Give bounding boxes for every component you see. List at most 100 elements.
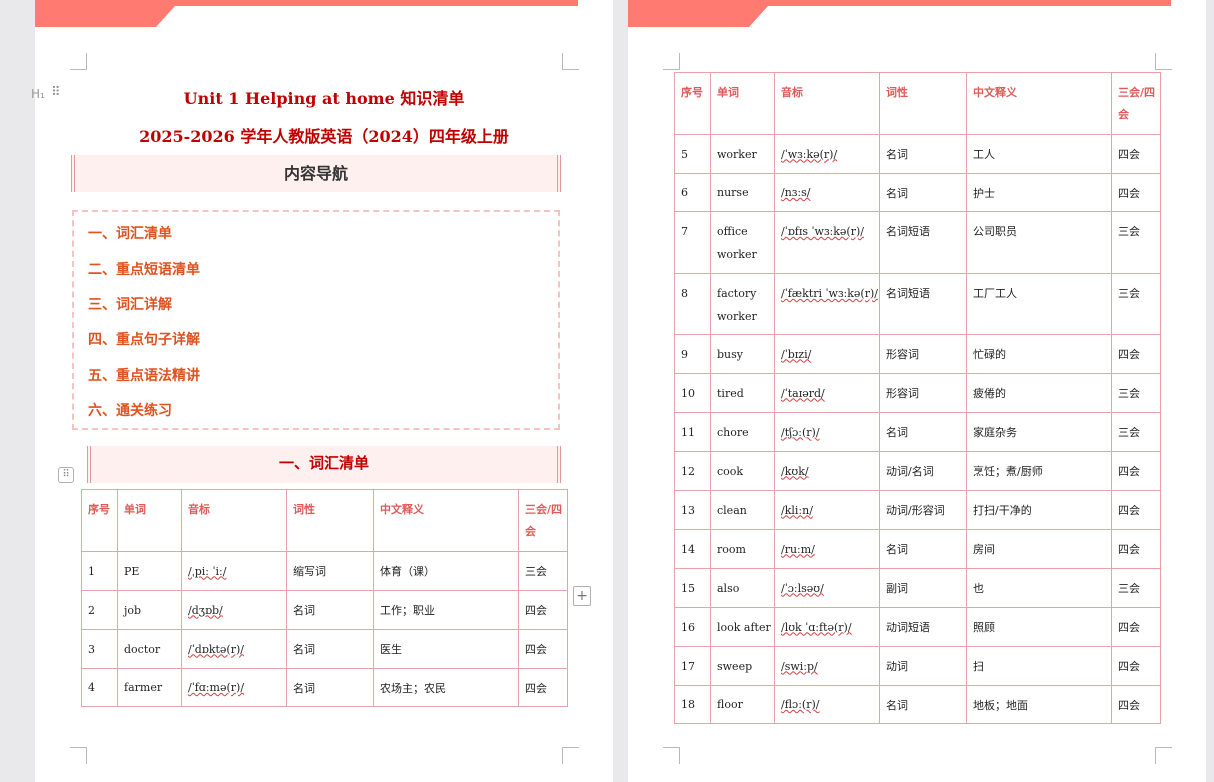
nav-item-word-details[interactable]: 三、词汇详解: [88, 294, 172, 314]
drag-handle-icon[interactable]: ⠿: [51, 85, 60, 100]
cell-word[interactable]: sweep: [710, 646, 775, 686]
header-part-of-speech[interactable]: 词性: [879, 72, 967, 135]
cell-index[interactable]: 5: [674, 134, 711, 174]
cell-level[interactable]: 四会: [518, 629, 568, 669]
cell-phonetic[interactable]: /ˈfæktri ˈwɜːkə(r)/: [774, 273, 880, 335]
cell-level[interactable]: 四会: [1111, 685, 1161, 724]
cell-phonetic[interactable]: /ˈdɒktə(r)/: [181, 629, 287, 669]
cell-meaning[interactable]: 扫: [966, 646, 1112, 686]
cell-meaning[interactable]: 也: [966, 568, 1112, 608]
cell-part-of-speech[interactable]: 名词: [286, 590, 374, 630]
cell-word[interactable]: room: [710, 529, 775, 569]
cell-meaning[interactable]: 工厂工人: [966, 273, 1112, 335]
cell-phonetic[interactable]: /ˈɔːlsəʊ/: [774, 568, 880, 608]
cell-meaning[interactable]: 公司职员: [966, 211, 1112, 274]
cell-part-of-speech[interactable]: 名词: [879, 173, 967, 212]
cell-level[interactable]: 四会: [1111, 451, 1161, 491]
cell-meaning[interactable]: 护士: [966, 173, 1112, 212]
cell-meaning[interactable]: 忙碌的: [966, 334, 1112, 374]
nav-item-grammar[interactable]: 五、重点语法精讲: [88, 365, 200, 385]
cell-level[interactable]: 三会: [1111, 211, 1161, 274]
cell-part-of-speech[interactable]: 名词短语: [879, 211, 967, 274]
cell-index[interactable]: 11: [674, 412, 711, 452]
document-subtitle[interactable]: 2025-2026 学年人教版英语（2024）四年级上册: [35, 123, 613, 147]
cell-meaning[interactable]: 工作；职业: [373, 590, 519, 630]
cell-level[interactable]: 三会: [1111, 373, 1161, 413]
cell-part-of-speech[interactable]: 名词: [286, 668, 374, 707]
cell-word[interactable]: farmer: [117, 668, 182, 707]
cell-phonetic[interactable]: /ˈfɑːmə(r)/: [181, 668, 287, 707]
header-index[interactable]: 序号: [674, 72, 711, 135]
cell-part-of-speech[interactable]: 形容词: [879, 373, 967, 413]
cell-phonetic[interactable]: /tʃɔː(r)/: [774, 412, 880, 452]
nav-item-sentences[interactable]: 四、重点句子详解: [88, 329, 200, 349]
cell-phonetic[interactable]: /ruːm/: [774, 529, 880, 569]
header-word[interactable]: 单词: [117, 489, 182, 552]
cell-word[interactable]: worker: [710, 134, 775, 174]
cell-meaning[interactable]: 照顾: [966, 607, 1112, 647]
cell-part-of-speech[interactable]: 名词: [879, 529, 967, 569]
header-level[interactable]: 三会/四会: [1111, 72, 1161, 135]
cell-level[interactable]: 三会: [1111, 412, 1161, 452]
cell-level[interactable]: 三会: [518, 551, 568, 591]
cell-level[interactable]: 四会: [518, 590, 568, 630]
cell-index[interactable]: 6: [674, 173, 711, 212]
cell-level[interactable]: 四会: [1111, 134, 1161, 174]
nav-item-phrases[interactable]: 二、重点短语清单: [88, 259, 200, 279]
cell-meaning[interactable]: 烹饪；煮/厨师: [966, 451, 1112, 491]
cell-word[interactable]: nurse: [710, 173, 775, 212]
cell-phonetic[interactable]: /flɔː(r)/: [774, 685, 880, 724]
cell-part-of-speech[interactable]: 名词: [879, 134, 967, 174]
cell-word[interactable]: factory worker: [710, 273, 775, 335]
cell-meaning[interactable]: 打扫/干净的: [966, 490, 1112, 530]
cell-level[interactable]: 四会: [1111, 334, 1161, 374]
header-index[interactable]: 序号: [81, 489, 118, 552]
cell-part-of-speech[interactable]: 动词/形容词: [879, 490, 967, 530]
nav-item-vocabulary[interactable]: 一、词汇清单: [88, 223, 172, 243]
nav-item-exercises[interactable]: 六、通关练习: [88, 400, 172, 420]
document-title[interactable]: Unit 1 Helping at home 知识清单: [35, 85, 613, 109]
cell-phonetic[interactable]: /dʒɒb/: [181, 590, 287, 630]
cell-part-of-speech[interactable]: 名词: [879, 685, 967, 724]
cell-word[interactable]: tired: [710, 373, 775, 413]
cell-phonetic[interactable]: /ˈwɜːkə(r)/: [774, 134, 880, 174]
cell-level[interactable]: 三会: [1111, 273, 1161, 335]
header-word[interactable]: 单词: [710, 72, 775, 135]
cell-meaning[interactable]: 疲倦的: [966, 373, 1112, 413]
table-move-icon[interactable]: ⠿: [58, 467, 74, 483]
vocabulary-table-page-2[interactable]: 序号 单词 音标 词性 中文释义 三会/四会 5 worker /ˈwɜːkə(…: [674, 72, 1161, 724]
cell-meaning[interactable]: 工人: [966, 134, 1112, 174]
cell-part-of-speech[interactable]: 形容词: [879, 334, 967, 374]
cell-word[interactable]: busy: [710, 334, 775, 374]
cell-phonetic[interactable]: /kliːn/: [774, 490, 880, 530]
cell-meaning[interactable]: 地板；地面: [966, 685, 1112, 724]
header-part-of-speech[interactable]: 词性: [286, 489, 374, 552]
header-meaning[interactable]: 中文释义: [966, 72, 1112, 135]
cell-part-of-speech[interactable]: 副词: [879, 568, 967, 608]
cell-phonetic[interactable]: /ˈtaɪərd/: [774, 373, 880, 413]
cell-level[interactable]: 三会: [1111, 568, 1161, 608]
cell-index[interactable]: 15: [674, 568, 711, 608]
cell-word[interactable]: job: [117, 590, 182, 630]
plus-icon[interactable]: +: [573, 586, 591, 606]
header-meaning[interactable]: 中文释义: [373, 489, 519, 552]
heading-level-marker[interactable]: H₁: [31, 87, 45, 101]
section-heading-vocabulary[interactable]: 一、词汇清单: [87, 446, 561, 483]
cell-index[interactable]: 2: [81, 590, 118, 630]
cell-phonetic[interactable]: /ˈɒfɪs ˈwɜːkə(r)/: [774, 211, 880, 274]
cell-index[interactable]: 3: [81, 629, 118, 669]
cell-level[interactable]: 四会: [1111, 646, 1161, 686]
cell-phonetic[interactable]: /ˈbɪzi/: [774, 334, 880, 374]
cell-level[interactable]: 四会: [1111, 490, 1161, 530]
cell-word[interactable]: also: [710, 568, 775, 608]
vocabulary-table-page-1[interactable]: 序号 单词 音标 词性 中文释义 三会/四会 1 PE /ˌpiː ˈiː/ 缩…: [81, 489, 568, 707]
cell-index[interactable]: 10: [674, 373, 711, 413]
cell-part-of-speech[interactable]: 缩写词: [286, 551, 374, 591]
cell-part-of-speech[interactable]: 名词短语: [879, 273, 967, 335]
cell-level[interactable]: 四会: [1111, 607, 1161, 647]
cell-part-of-speech[interactable]: 动词短语: [879, 607, 967, 647]
cell-level[interactable]: 四会: [1111, 173, 1161, 212]
cell-index[interactable]: 13: [674, 490, 711, 530]
cell-level[interactable]: 四会: [1111, 529, 1161, 569]
cell-index[interactable]: 18: [674, 685, 711, 724]
